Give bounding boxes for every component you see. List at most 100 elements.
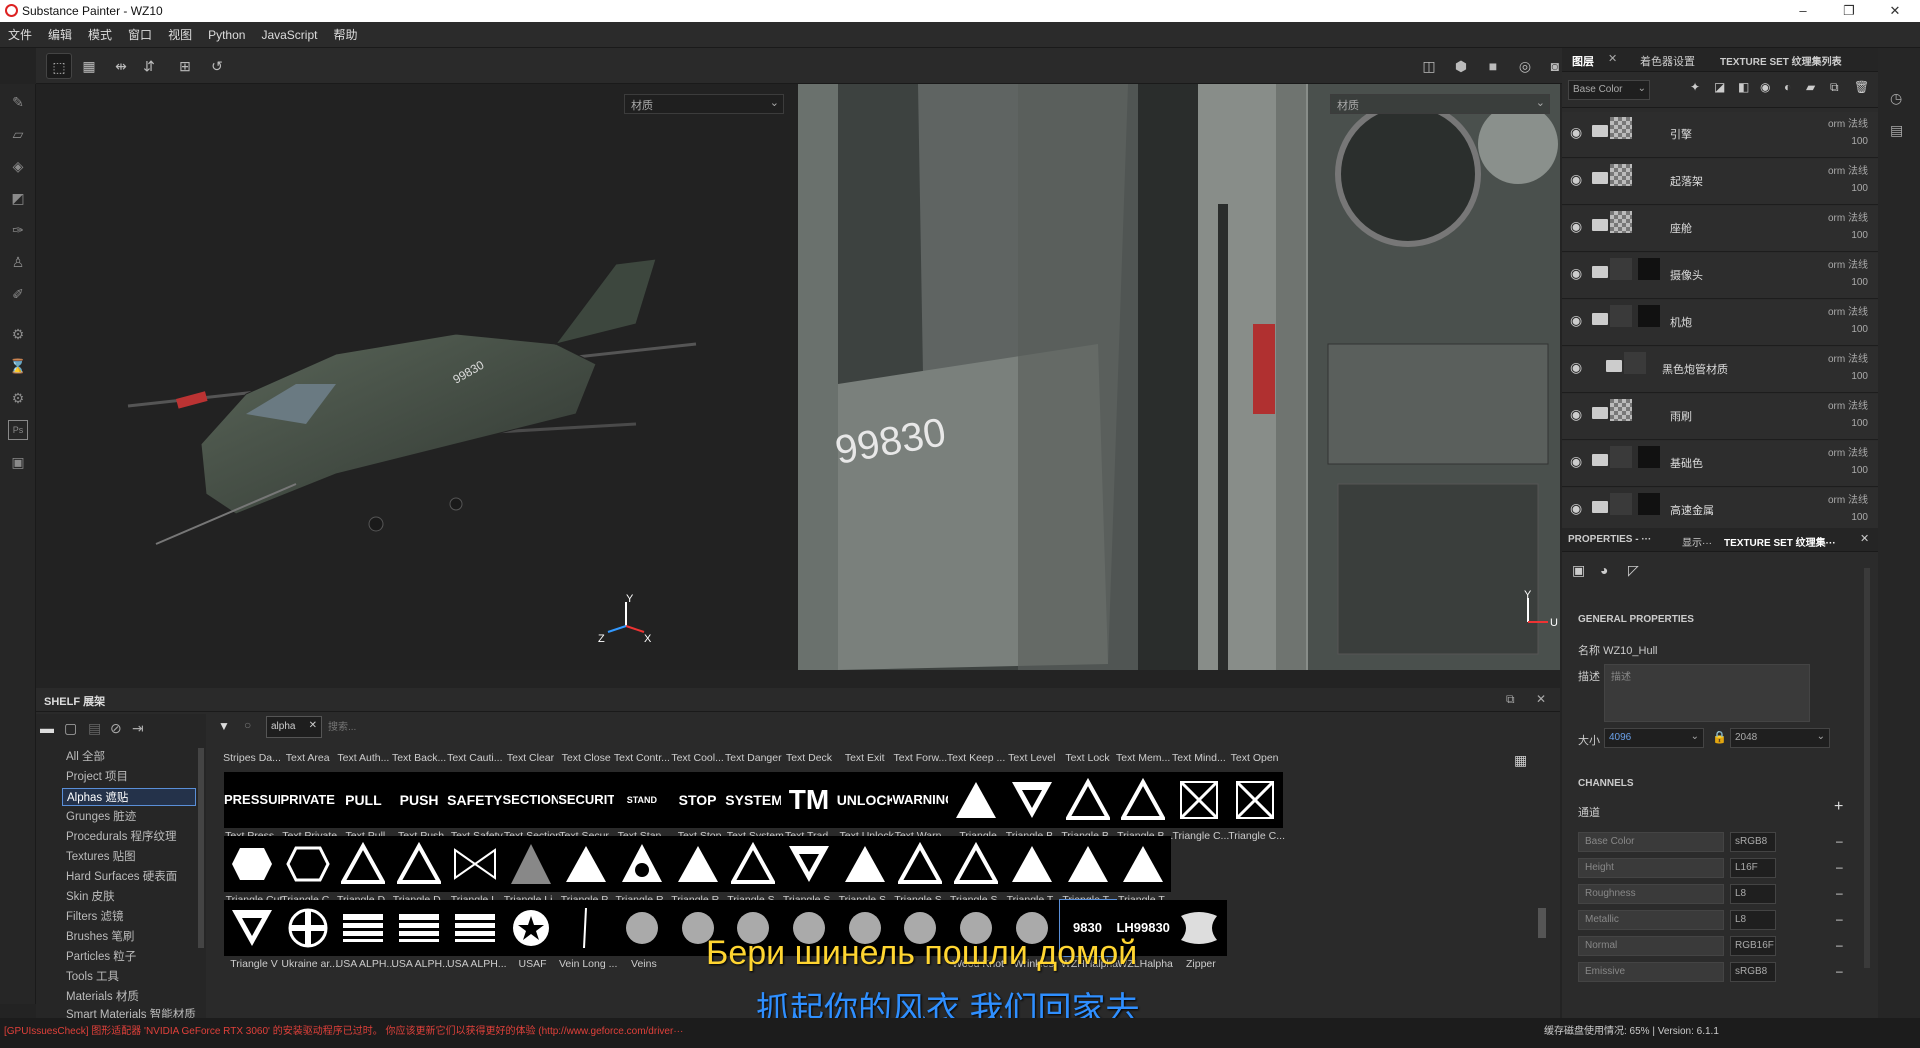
layer-blend-mode[interactable]: orm 法线 [1828,209,1868,224]
eye-icon[interactable]: ◉ [1570,359,1582,376]
layer-opacity[interactable]: 100 [1851,183,1868,194]
layer-blend-mode[interactable]: orm 法线 [1828,491,1868,506]
channel-name-field[interactable]: Metallic [1578,910,1724,930]
category-all[interactable]: All 全部 [62,748,196,766]
remove-channel-icon[interactable]: – [1836,886,1843,900]
layer-name[interactable]: 黑色炮管材质 [1662,361,1728,377]
menu-javascript[interactable]: JavaScript [253,22,325,48]
shelf-close-icon[interactable]: ✕ [1536,692,1546,706]
alpha-tile[interactable]: Vein Long ... [554,900,617,970]
circle-filter-icon[interactable]: ○ [244,718,251,732]
select-icon[interactable]: ⬚ [46,53,72,79]
remove-channel-icon[interactable]: – [1836,860,1843,874]
shelf-search-input[interactable] [328,717,1028,737]
channel-name-field[interactable]: Base Color [1578,832,1724,852]
category-skin[interactable]: Skin 皮肤 [62,888,196,906]
layer-row[interactable]: ◉ 基础色 orm 法线 100 [1562,441,1878,487]
properties-scrollbar[interactable] [1864,568,1870,968]
alpha-tile[interactable]: TMText Trad... [777,772,839,842]
channel-format-select[interactable]: RGB16F [1730,936,1776,956]
mirror-y-icon[interactable]: ⇵ [136,53,162,79]
mirror-x-icon[interactable]: ⇹ [108,53,134,79]
add-channel-icon[interactable]: + [1834,798,1843,816]
remove-tag-icon[interactable]: ✕ [309,720,317,731]
alpha-tile[interactable]: Triangle Cut [220,836,282,906]
layer-name[interactable]: 基础色 [1670,455,1703,471]
layer-name[interactable]: 机炮 [1670,314,1692,330]
eye-icon[interactable]: ◉ [1570,312,1582,329]
remove-channel-icon[interactable]: – [1836,964,1843,978]
menu-mode[interactable]: 模式 [80,22,120,48]
polygon-fill-icon[interactable]: ◩ [8,188,28,208]
add-layer-icon[interactable]: ◧ [1738,80,1749,94]
alpha-tile[interactable]: Triangle C... [1167,772,1229,842]
alpha-tile[interactable]: Zipper [1167,900,1229,970]
layer-name[interactable]: 高速金属 [1670,502,1714,518]
layer-row[interactable]: ◉ 摄像头 orm 法线 100 [1562,253,1878,299]
category-filters[interactable]: Filters 滤镜 [62,908,196,926]
plugin-icon[interactable]: ⚙ [8,388,28,408]
category-textures[interactable]: Textures 贴图 [62,848,196,866]
add-folder-icon[interactable]: ▰ [1806,80,1815,94]
alpha-tile[interactable]: Triangle [944,772,1006,842]
tiles-scrollbar[interactable] [1538,908,1546,938]
alpha-tile[interactable]: Triangle B... [1111,772,1173,842]
tab-properties[interactable]: PROPERTIES - ··· [1568,534,1651,545]
tab-texture-set-list[interactable]: TEXTURE SET 纹理集列表 [1720,53,1842,68]
layer-opacity[interactable]: 100 [1851,324,1868,335]
channel-name-field[interactable]: Height [1578,858,1724,878]
alpha-tile[interactable]: Veins [610,900,672,970]
alpha-tile[interactable]: Triangle C... [276,836,338,906]
view-split-icon[interactable]: ◫ [1416,53,1442,79]
material-icon[interactable]: ◕ [1600,562,1608,578]
layer-opacity[interactable]: 100 [1851,136,1868,147]
eye-icon[interactable]: ◉ [1570,171,1582,188]
delete-icon[interactable]: 🗑 [1854,80,1869,94]
category-brushes[interactable]: Brushes 笔刷 [62,928,196,946]
tab-display[interactable]: 显示··· [1682,534,1712,549]
eye-icon[interactable]: ◉ [1570,218,1582,235]
duplicate-icon[interactable]: ⧉ [1830,80,1839,95]
texture-set-icon[interactable]: ▣ [1572,562,1585,579]
camera-mode-icon[interactable]: ■ [1480,53,1506,79]
alpha-tile[interactable]: SAFETYText Safety [443,772,505,842]
channel-name-field[interactable]: Normal [1578,936,1724,956]
viewport-2d-uv[interactable]: 99830 材质 ⌄ Y U [798,84,1560,670]
category-tools[interactable]: Tools 工具 [62,968,196,986]
layer-blend-mode[interactable]: orm 法线 [1828,162,1868,177]
add-fill-layer-icon[interactable]: ◉ [1760,80,1770,94]
eye-icon[interactable]: ◉ [1570,500,1582,517]
category-alphas[interactable]: Alphas 遮贴 [62,788,196,806]
smudge-icon[interactable]: ✑ [8,220,28,240]
alpha-tile[interactable]: Triangle R... [610,836,672,906]
channel-select[interactable]: Base Color ⌄ [1568,80,1650,100]
log-panel-icon[interactable]: ▤ [1890,122,1903,139]
eraser-icon[interactable]: ▱ [8,124,28,144]
alpha-tile[interactable]: STOPText Stop [666,772,728,842]
category-smart-materials[interactable]: Smart Materials 智能材质 [62,1006,196,1018]
eye-icon[interactable]: ◉ [1570,453,1582,470]
cube-icon[interactable]: ⬢ [1448,53,1474,79]
maximize-button[interactable]: ❐ [1826,0,1872,22]
alpha-tile[interactable]: PRIVATEText Private [276,772,338,842]
layer-row[interactable]: ◉ 雨刷 orm 法线 100 [1562,394,1878,440]
grid-icon[interactable]: ▦ [76,53,102,79]
category-particles[interactable]: Particles 粒子 [62,948,196,966]
alpha-tile[interactable]: WARNINGText Warn... [888,772,950,842]
alpha-tile[interactable]: Triangle Li... [499,836,561,906]
light-icon[interactable]: ◎ [1512,53,1538,79]
layer-row[interactable]: ◉ 引擎 orm 法线 100 [1562,112,1878,158]
alpha-tile[interactable]: Triangle P... [554,836,616,906]
tab-texture-set[interactable]: TEXTURE SET 纹理集··· [1724,534,1836,549]
menu-window[interactable]: 窗口 [120,22,160,48]
tab-layers[interactable]: 图层 [1572,53,1594,69]
layer-opacity[interactable]: 100 [1851,418,1868,429]
layer-row[interactable]: ◉ 起落架 orm 法线 100 [1562,159,1878,205]
settings-icon[interactable]: ⚙ [8,324,28,344]
channel-format-select[interactable]: L16F [1730,858,1776,878]
alpha-tile[interactable]: STAND CLEARText Stan... [610,772,672,842]
add-mask-icon[interactable]: ◐ [1784,80,1791,94]
channel-format-select[interactable]: L8 [1730,884,1776,904]
layer-row[interactable]: ◉ 座舱 orm 法线 100 [1562,206,1878,252]
layer-blend-mode[interactable]: orm 法线 [1828,444,1868,459]
